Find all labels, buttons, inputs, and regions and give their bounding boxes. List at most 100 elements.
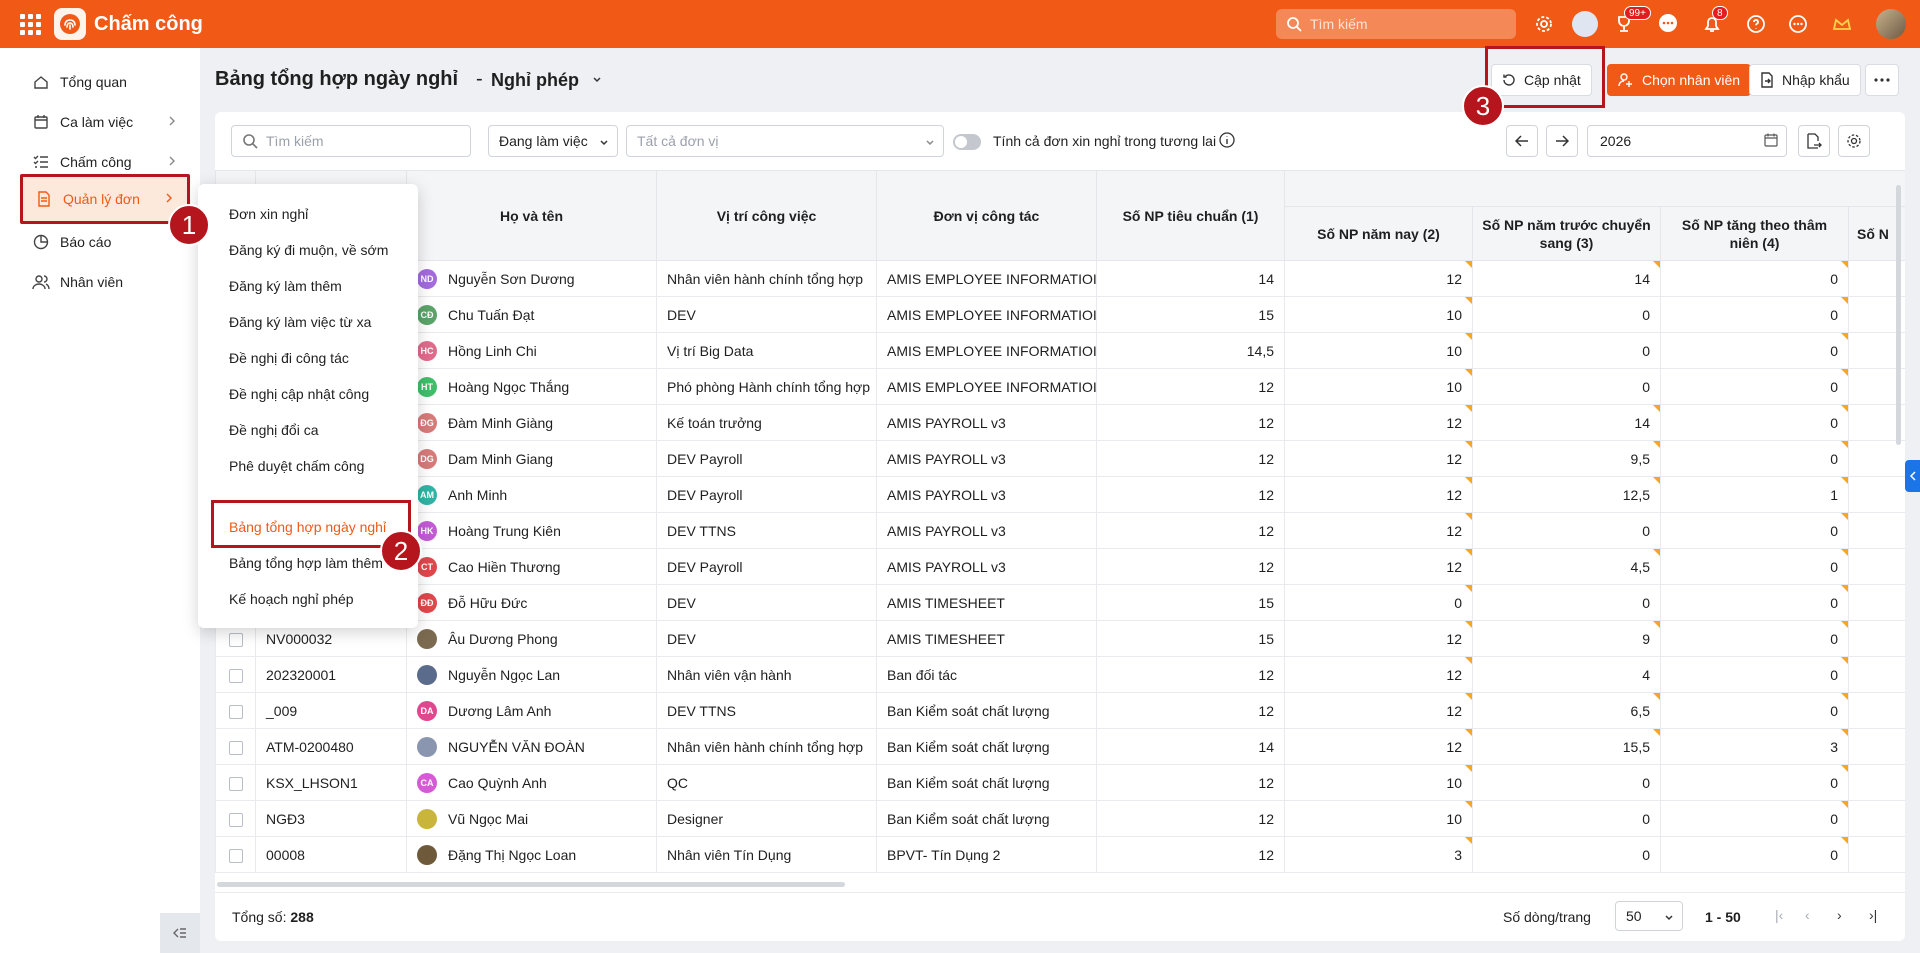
row-checkbox[interactable] xyxy=(228,632,243,647)
vertical-scrollbar[interactable] xyxy=(1896,185,1901,445)
leave-type-selector[interactable]: Nghỉ phép xyxy=(491,70,579,91)
horizontal-scrollbar[interactable] xyxy=(217,882,845,887)
this-year-leave[interactable]: 12 xyxy=(1284,476,1473,513)
this-year-leave[interactable]: 12 xyxy=(1284,728,1473,765)
carry-over-leave[interactable]: 4 xyxy=(1472,656,1661,693)
seniority-leave[interactable]: 0 xyxy=(1660,800,1849,837)
row-checkbox[interactable] xyxy=(228,704,243,719)
global-search-input[interactable] xyxy=(1310,16,1500,32)
seniority-leave[interactable]: 0 xyxy=(1660,656,1849,693)
sidebar-item-reports[interactable]: Báo cáo xyxy=(20,222,190,262)
table-row[interactable]: ND Nguyễn Sơn Dương Nhân viên hành chính t… xyxy=(215,260,1905,297)
submenu-item[interactable]: Đăng ký đi muộn, về sớm xyxy=(198,232,418,268)
info-icon[interactable] xyxy=(1219,132,1235,151)
carry-over-leave[interactable]: 4,5 xyxy=(1472,548,1661,585)
this-year-leave[interactable]: 12 xyxy=(1284,512,1473,549)
chat-icon[interactable] xyxy=(1656,12,1680,36)
seniority-leave[interactable]: 0 xyxy=(1660,584,1849,621)
this-year-leave[interactable]: 0 xyxy=(1284,584,1473,621)
carry-over-leave[interactable]: 0 xyxy=(1472,512,1661,549)
next-year-button[interactable] xyxy=(1546,125,1578,157)
seniority-leave[interactable]: 0 xyxy=(1660,368,1849,405)
seniority-leave[interactable]: 0 xyxy=(1660,260,1849,297)
table-row[interactable]: ĐĐ Đỗ Hữu Đức DEV AMIS TIMESHEET 15 0 0 0 xyxy=(215,584,1905,621)
row-checkbox[interactable] xyxy=(228,776,243,791)
seniority-leave[interactable]: 0 xyxy=(1660,548,1849,585)
seniority-leave[interactable]: 0 xyxy=(1660,512,1849,549)
table-row[interactable]: 00008 Đặng Thị Ngọc Loan Nhân viên Tín Dụn… xyxy=(215,836,1905,873)
help-icon[interactable] xyxy=(1744,12,1768,36)
unit-filter[interactable]: Tất cả đơn vị xyxy=(626,125,944,157)
row-checkbox[interactable] xyxy=(228,740,243,755)
global-search[interactable] xyxy=(1276,9,1516,39)
more-options-icon[interactable] xyxy=(1865,64,1899,96)
carry-over-leave[interactable]: 0 xyxy=(1472,368,1661,405)
carry-over-leave[interactable]: 14 xyxy=(1472,260,1661,297)
sidebar-item-employees[interactable]: Nhân viên xyxy=(20,262,190,302)
seniority-leave[interactable]: 0 xyxy=(1660,764,1849,801)
seniority-leave[interactable]: 0 xyxy=(1660,836,1849,873)
this-year-leave[interactable]: 10 xyxy=(1284,332,1473,369)
row-checkbox[interactable] xyxy=(228,812,243,827)
next-page-icon[interactable]: › xyxy=(1837,907,1842,923)
export-button[interactable] xyxy=(1798,125,1830,157)
app-launcher-icon[interactable] xyxy=(16,10,44,38)
carry-over-leave[interactable]: 12,5 xyxy=(1472,476,1661,513)
status-filter[interactable]: Đang làm việc xyxy=(488,125,618,157)
table-row[interactable]: HC Hồng Linh Chi Vị trí Big Data AMIS EMPLO… xyxy=(215,332,1905,369)
row-checkbox[interactable] xyxy=(228,668,243,683)
table-row[interactable]: _009 DA Dương Lâm Anh DEV TTNS Ban Kiểm soát… xyxy=(215,692,1905,729)
seniority-leave[interactable]: 0 xyxy=(1660,296,1849,333)
sidebar-item-requests[interactable]: Quản lý đơn xyxy=(20,174,190,224)
this-year-leave[interactable]: 12 xyxy=(1284,692,1473,729)
carry-over-leave[interactable]: 14 xyxy=(1472,404,1661,441)
carry-over-leave[interactable]: 9 xyxy=(1472,620,1661,657)
last-page-icon[interactable]: ›| xyxy=(1869,907,1877,923)
crown-icon[interactable] xyxy=(1830,12,1854,36)
future-leave-toggle[interactable] xyxy=(953,134,981,150)
carry-over-leave[interactable]: 0 xyxy=(1472,800,1661,837)
submenu-item[interactable]: Đơn xin nghỉ xyxy=(198,196,418,232)
carry-over-leave[interactable]: 6,5 xyxy=(1472,692,1661,729)
this-year-leave[interactable]: 12 xyxy=(1284,548,1473,585)
this-year-leave[interactable]: 12 xyxy=(1284,620,1473,657)
settings-gear-icon[interactable] xyxy=(1532,12,1556,36)
table-row[interactable]: NGĐ3 Vũ Ngọc Mai Designer Ban Kiểm soát chấ… xyxy=(215,800,1905,837)
this-year-leave[interactable]: 10 xyxy=(1284,296,1473,333)
seniority-leave[interactable]: 0 xyxy=(1660,332,1849,369)
trophy-icon[interactable]: 99+ xyxy=(1612,6,1651,36)
collapse-sidebar-icon[interactable] xyxy=(160,913,200,953)
user-avatar[interactable] xyxy=(1876,9,1906,39)
first-page-icon[interactable]: |‹ xyxy=(1775,907,1783,923)
this-year-leave[interactable]: 12 xyxy=(1284,656,1473,693)
this-year-leave[interactable]: 12 xyxy=(1284,440,1473,477)
carry-over-leave[interactable]: 9,5 xyxy=(1472,440,1661,477)
this-year-leave[interactable]: 10 xyxy=(1284,764,1473,801)
this-year-leave[interactable]: 12 xyxy=(1284,260,1473,297)
this-year-leave[interactable]: 3 xyxy=(1284,836,1473,873)
seniority-leave[interactable]: 0 xyxy=(1660,620,1849,657)
seniority-leave[interactable]: 0 xyxy=(1660,404,1849,441)
table-row[interactable]: KSX_LHSON1 CA Cao Quỳnh Anh QC Ban Kiểm soát… xyxy=(215,764,1905,801)
table-search[interactable] xyxy=(231,125,471,157)
row-checkbox[interactable] xyxy=(228,848,243,863)
table-row[interactable]: 202320001 Nguyễn Ngọc Lan Nhân viên vận hà… xyxy=(215,656,1905,693)
seniority-leave[interactable]: 0 xyxy=(1660,692,1849,729)
submenu-item[interactable]: Đề nghị đi công tác xyxy=(198,340,418,376)
year-picker[interactable]: 2026 xyxy=(1587,125,1787,157)
table-row[interactable]: HT Hoàng Ngọc Thắng Phó phòng Hành chính t… xyxy=(215,368,1905,405)
seniority-leave[interactable]: 1 xyxy=(1660,476,1849,513)
carry-over-leave[interactable]: 0 xyxy=(1472,296,1661,333)
table-row[interactable]: ĐG Đàm Minh Giàng Kế toán trưởng AMIS PAYRO… xyxy=(215,404,1905,441)
seniority-leave[interactable]: 0 xyxy=(1660,440,1849,477)
table-row[interactable]: AM Anh Minh DEV Payroll AMIS PAYROLL v3 12 12… xyxy=(215,476,1905,513)
bell-icon[interactable]: 8 xyxy=(1700,6,1728,36)
submenu-item[interactable]: Đề nghị cập nhật công xyxy=(198,376,418,412)
table-settings-button[interactable] xyxy=(1838,125,1870,157)
chevron-down-icon[interactable] xyxy=(592,72,602,88)
seniority-leave[interactable]: 3 xyxy=(1660,728,1849,765)
table-row[interactable]: CT Cao Hiền Thương DEV Payroll AMIS PAYROLL… xyxy=(215,548,1905,585)
carry-over-leave[interactable]: 0 xyxy=(1472,764,1661,801)
sidebar-item-shifts[interactable]: Ca làm việc xyxy=(20,102,190,142)
table-row[interactable]: DG Dam Minh Giang DEV Payroll AMIS PAYROLL … xyxy=(215,440,1905,477)
